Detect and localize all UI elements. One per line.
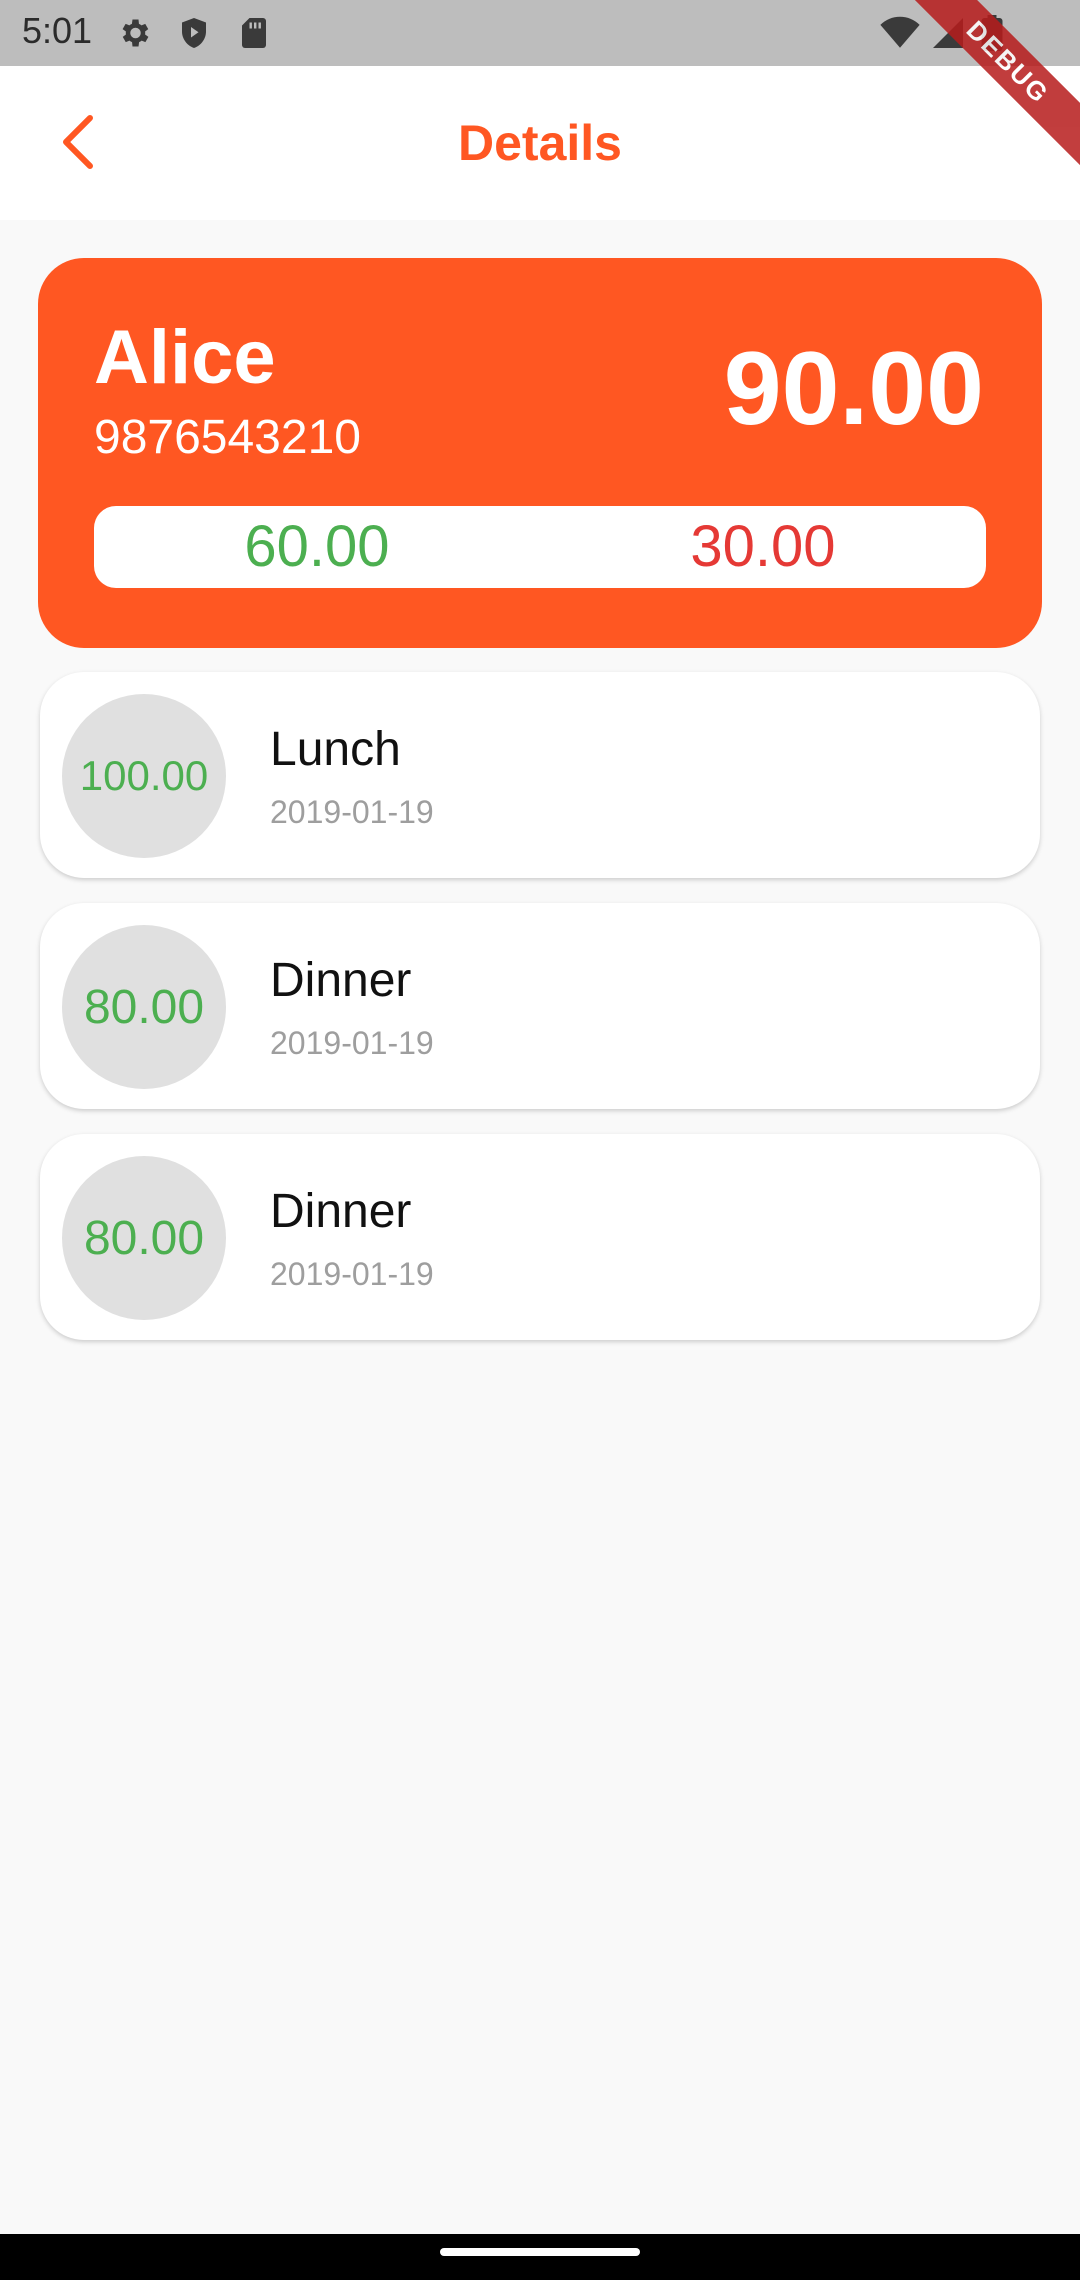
expense-value: 30.00 [690, 514, 836, 579]
record-title: Dinner [270, 1185, 412, 1238]
income-value: 60.00 [244, 514, 390, 579]
split-bar: 60.00 30.00 [94, 506, 986, 588]
wifi-icon [880, 15, 920, 51]
summary-card: Alice 9876543210 90.00 60.00 30.00 [38, 258, 1042, 648]
record-date: 2019-01-19 [270, 1025, 434, 1061]
page-title: Details [458, 115, 622, 171]
amount-circle: 100.00 [62, 694, 226, 858]
balance-amount: 90.00 [723, 331, 984, 447]
list-item[interactable]: 80.00 Dinner 2019-01-19 [40, 1134, 1040, 1340]
person-name: Alice [94, 315, 276, 400]
record-title: Lunch [270, 723, 401, 776]
sd-card-icon [236, 15, 272, 51]
settings-icon [116, 15, 152, 51]
play-protect-icon [176, 15, 212, 51]
status-time: 5:01 [22, 10, 93, 51]
list-item[interactable]: 100.00 Lunch 2019-01-19 [40, 672, 1040, 878]
record-title: Dinner [270, 954, 412, 1007]
person-phone: 9876543210 [94, 411, 361, 464]
amount-circle: 80.00 [62, 925, 226, 1089]
home-indicator[interactable] [440, 2248, 640, 2256]
status-bar: 5:01 [0, 0, 1080, 66]
system-nav-bar [0, 2234, 1080, 2280]
app-bar: Details [0, 66, 1080, 220]
amount-circle: 80.00 [62, 1156, 226, 1320]
list-item[interactable]: 80.00 Dinner 2019-01-19 [40, 903, 1040, 1109]
record-date: 2019-01-19 [270, 1256, 434, 1292]
record-date: 2019-01-19 [270, 794, 434, 830]
